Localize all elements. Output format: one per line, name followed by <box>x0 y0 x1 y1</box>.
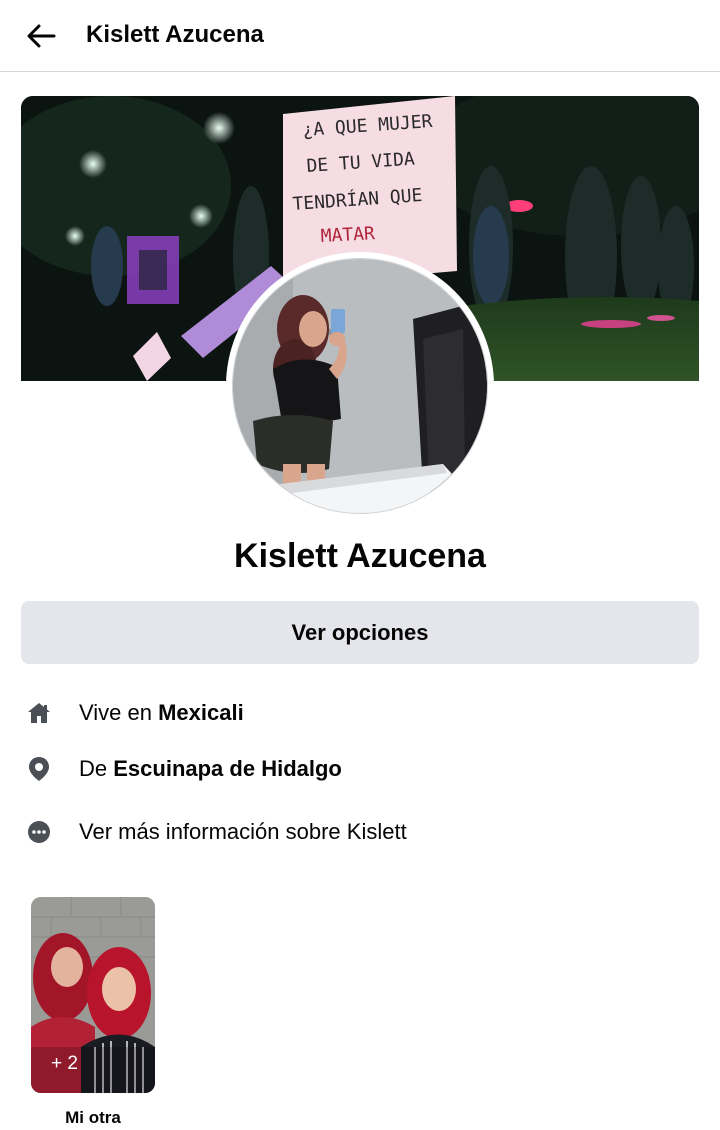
top-app-bar: Kislett Azucena <box>0 0 720 72</box>
album-cover-photo <box>31 897 155 1093</box>
home-icon <box>24 698 54 728</box>
page-title: Kislett Azucena <box>86 21 264 48</box>
info-from: De Escuinapa de Hidalgo <box>24 751 342 787</box>
album-card[interactable]: + 2 <box>31 897 155 1093</box>
info-see-more[interactable]: Ver más información sobre Kislett <box>24 814 407 850</box>
back-button[interactable] <box>20 16 62 56</box>
more-dots-icon <box>24 817 54 847</box>
view-options-button[interactable]: Ver opciones <box>21 601 699 664</box>
profile-name: Kislett Azucena <box>234 537 486 575</box>
from-value: Escuinapa de Hidalgo <box>113 756 342 781</box>
from-prefix: De <box>79 756 114 781</box>
see-more-link[interactable]: Ver más información sobre Kislett <box>79 819 407 845</box>
arrow-left-icon <box>27 24 56 48</box>
profile-photo <box>233 259 487 513</box>
location-pin-icon <box>24 754 54 784</box>
lives-prefix: Vive en <box>79 700 159 725</box>
album-title[interactable]: Mi otra <box>31 1108 155 1128</box>
lives-value: Mexicali <box>158 700 244 725</box>
album-photo-count: + 2 <box>51 1053 78 1074</box>
info-lives-in: Vive en Mexicali <box>24 695 244 731</box>
sign-line-4: MATAR <box>320 223 375 247</box>
profile-avatar[interactable] <box>226 252 494 520</box>
